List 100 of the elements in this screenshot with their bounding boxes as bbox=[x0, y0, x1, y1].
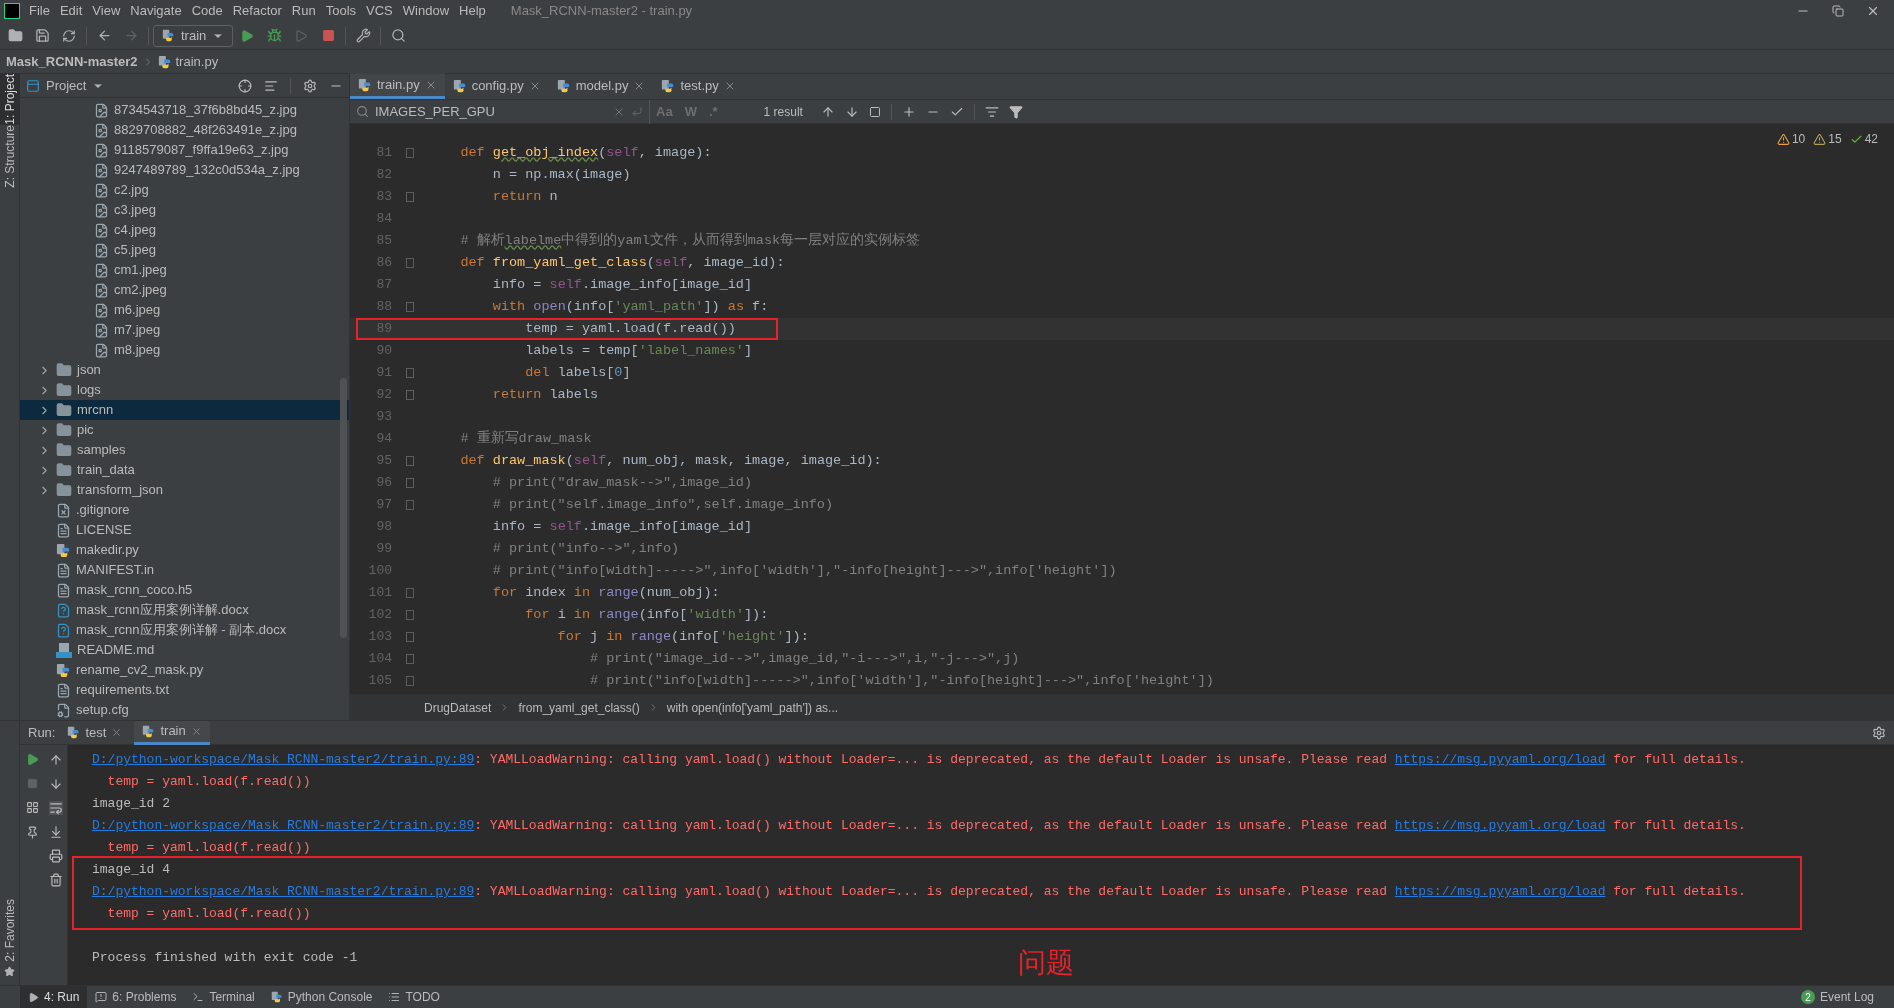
tool-window-tab[interactable]: TODO bbox=[380, 985, 448, 1008]
menu-item[interactable]: Help bbox=[454, 1, 491, 21]
locate-icon[interactable] bbox=[238, 78, 252, 93]
tree-item[interactable]: setup.cfg bbox=[20, 700, 349, 720]
fold-marker-icon[interactable] bbox=[406, 610, 414, 620]
add-occurrence-icon[interactable] bbox=[901, 104, 916, 119]
side-tab[interactable]: Z: Structure bbox=[0, 124, 20, 188]
breadcrumb-item[interactable]: DrugDataset bbox=[424, 698, 492, 717]
fold-marker-icon[interactable] bbox=[406, 632, 414, 642]
fold-marker-icon[interactable] bbox=[406, 456, 414, 466]
tool-window-tab[interactable]: Python Console bbox=[262, 985, 381, 1008]
filter-icon[interactable] bbox=[1008, 104, 1023, 119]
tree-item[interactable]: json bbox=[20, 360, 349, 380]
editor-tab[interactable]: config.py bbox=[444, 73, 549, 99]
tree-item[interactable]: .gitignore bbox=[20, 500, 349, 520]
tree-item[interactable]: m6.jpeg bbox=[20, 300, 349, 320]
tree-item[interactable]: LICENSE bbox=[20, 520, 349, 540]
fold-marker-icon[interactable] bbox=[406, 192, 414, 202]
menu-item[interactable]: Code bbox=[186, 1, 228, 21]
fold-marker-icon[interactable] bbox=[406, 676, 414, 686]
url-link[interactable]: https://msg.pyyaml.org/load bbox=[1394, 882, 1606, 902]
event-log-button[interactable]: Event Log bbox=[1819, 988, 1874, 1006]
run-tab[interactable]: train bbox=[134, 720, 210, 745]
tree-item[interactable]: c4.jpeg bbox=[20, 220, 349, 240]
up-icon[interactable] bbox=[48, 753, 63, 767]
breadcrumb-item[interactable]: with open(info['yaml_path']) as... bbox=[666, 698, 839, 717]
editor-tab[interactable]: train.py bbox=[350, 73, 445, 99]
find-field[interactable]: IMAGES_PER_GPU bbox=[350, 99, 650, 124]
restore-icon[interactable] bbox=[1832, 5, 1844, 17]
tree-item[interactable]: makedir.py bbox=[20, 540, 349, 560]
breadcrumb-item[interactable]: Mask_RCNN-master2 bbox=[6, 51, 138, 72]
fold-marker-icon[interactable] bbox=[406, 478, 414, 488]
tree-item[interactable]: c3.jpeg bbox=[20, 200, 349, 220]
url-link[interactable]: https://msg.pyyaml.org/load bbox=[1394, 750, 1606, 770]
tool-window-tab[interactable]: 4: Run bbox=[20, 985, 88, 1008]
scroll-to-end-icon[interactable] bbox=[48, 825, 63, 839]
tool-window-tab[interactable]: 6: Problems bbox=[87, 985, 185, 1008]
menu-item[interactable]: Navigate bbox=[125, 1, 187, 21]
tree-item[interactable]: 9118579087_f9ffa19e63_z.jpg bbox=[20, 140, 349, 160]
tree-item[interactable]: transform_json bbox=[20, 480, 349, 500]
trash-icon[interactable] bbox=[48, 873, 63, 887]
layout-icon[interactable] bbox=[25, 801, 39, 814]
scrollbar[interactable] bbox=[340, 378, 347, 638]
list-icon[interactable] bbox=[984, 104, 999, 119]
tree-item[interactable]: mask_rcnn_coco.h5 bbox=[20, 580, 349, 600]
pin-icon[interactable] bbox=[25, 826, 39, 839]
tree-item[interactable]: m7.jpeg bbox=[20, 320, 349, 340]
tree-item[interactable]: cm1.jpeg bbox=[20, 260, 349, 280]
menu-item[interactable]: VCS bbox=[361, 1, 398, 21]
run-tab[interactable]: test bbox=[59, 720, 131, 745]
select-all-icon[interactable] bbox=[868, 105, 881, 118]
tool-window-tab[interactable]: Terminal bbox=[184, 985, 263, 1008]
down-icon[interactable] bbox=[48, 777, 63, 791]
editor-tab[interactable]: model.py bbox=[548, 73, 654, 99]
tree-item[interactable]: samples bbox=[20, 440, 349, 460]
collapse-icon[interactable] bbox=[264, 78, 278, 93]
fold-marker-icon[interactable] bbox=[406, 654, 414, 664]
tree-item[interactable]: 8734543718_37f6b8bd45_z.jpg bbox=[20, 100, 349, 120]
menu-item[interactable]: Refactor bbox=[227, 1, 287, 21]
tree-item[interactable]: rename_cv2_mask.py bbox=[20, 660, 349, 680]
menu-item[interactable]: Edit bbox=[54, 1, 88, 21]
tree-item[interactable]: MANIFEST.in bbox=[20, 560, 349, 580]
settings-icon[interactable] bbox=[303, 78, 317, 93]
tree-item[interactable]: mask_rcnn应用案例详解.docx bbox=[20, 600, 349, 620]
close-icon[interactable] bbox=[1866, 4, 1880, 18]
tree-item[interactable]: README.md bbox=[20, 640, 349, 660]
file-link[interactable]: D:/python-workspace/Mask_RCNN-master2/train.py:89 bbox=[92, 816, 475, 836]
tree-item[interactable]: pic bbox=[20, 420, 349, 440]
menu-item[interactable]: File bbox=[24, 1, 55, 21]
menu-item[interactable]: View bbox=[87, 1, 126, 21]
breadcrumb-item[interactable]: from_yaml_get_class() bbox=[518, 698, 640, 717]
tree-item[interactable]: mask_rcnn应用案例详解 - 副本.docx bbox=[20, 620, 349, 640]
file-link[interactable]: D:/python-workspace/Mask_RCNN-master2/train.py:89 bbox=[92, 750, 475, 770]
fold-marker-icon[interactable] bbox=[406, 258, 414, 268]
tree-item[interactable]: c5.jpeg bbox=[20, 240, 349, 260]
tree-item[interactable]: mrcnn bbox=[20, 400, 349, 420]
fold-marker-icon[interactable] bbox=[406, 302, 414, 312]
run-config-dropdown[interactable]: train bbox=[153, 24, 234, 47]
side-tab[interactable]: 1: Project bbox=[0, 74, 20, 125]
print-icon[interactable] bbox=[48, 849, 63, 863]
panel-title[interactable]: Project bbox=[46, 75, 87, 96]
url-link[interactable]: https://msg.pyyaml.org/load bbox=[1394, 816, 1606, 836]
menu-item[interactable]: Run bbox=[286, 1, 321, 21]
soft-wrap-icon[interactable] bbox=[48, 801, 63, 815]
breadcrumb-item[interactable]: train.py bbox=[175, 51, 219, 72]
tree-item[interactable]: m8.jpeg bbox=[20, 340, 349, 360]
fold-marker-icon[interactable] bbox=[406, 148, 414, 158]
tree-item[interactable]: requirements.txt bbox=[20, 680, 349, 700]
menu-item[interactable]: Window bbox=[397, 1, 455, 21]
next-icon[interactable] bbox=[844, 104, 859, 119]
settings-icon[interactable] bbox=[1872, 725, 1886, 740]
tree-item[interactable]: 8829708882_48f263491e_z.jpg bbox=[20, 120, 349, 140]
fold-marker-icon[interactable] bbox=[406, 368, 414, 378]
rerun-icon[interactable] bbox=[25, 753, 39, 766]
tree-item[interactable]: logs bbox=[20, 380, 349, 400]
menu-item[interactable]: Tools bbox=[320, 1, 362, 21]
fold-marker-icon[interactable] bbox=[406, 390, 414, 400]
tree-item[interactable]: cm2.jpeg bbox=[20, 280, 349, 300]
editor-tab[interactable]: test.py bbox=[653, 73, 744, 99]
fold-marker-icon[interactable] bbox=[406, 588, 414, 598]
